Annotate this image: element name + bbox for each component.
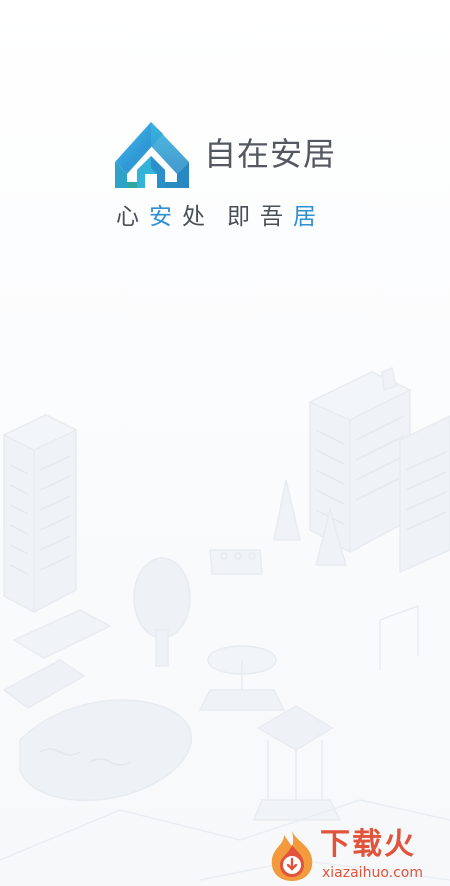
house-logo-icon bbox=[115, 122, 189, 188]
slogan: 心安处即吾居 bbox=[116, 200, 316, 234]
slogan-char: 即 bbox=[227, 204, 250, 230]
slogan-char-highlight: 安 bbox=[149, 204, 172, 230]
brand-header: 自在安居 bbox=[113, 118, 343, 190]
watermark: 下载火 xiazaihuo.com bbox=[262, 827, 450, 886]
slogan-char-highlight: 居 bbox=[293, 204, 316, 230]
watermark-title: 下载火 bbox=[320, 827, 416, 862]
flame-icon bbox=[271, 831, 313, 881]
slogan-char: 心 bbox=[116, 204, 139, 230]
slogan-char: 处 bbox=[182, 204, 205, 230]
splash-screen: 自在安居 心安处即吾居 下载火 xiazaihuo.com bbox=[0, 0, 450, 886]
app-name: 自在安居 bbox=[204, 135, 337, 173]
watermark-url: xiazaihuo.com bbox=[322, 865, 423, 881]
city-illustration bbox=[0, 366, 450, 881]
slogan-char: 吾 bbox=[260, 204, 283, 230]
